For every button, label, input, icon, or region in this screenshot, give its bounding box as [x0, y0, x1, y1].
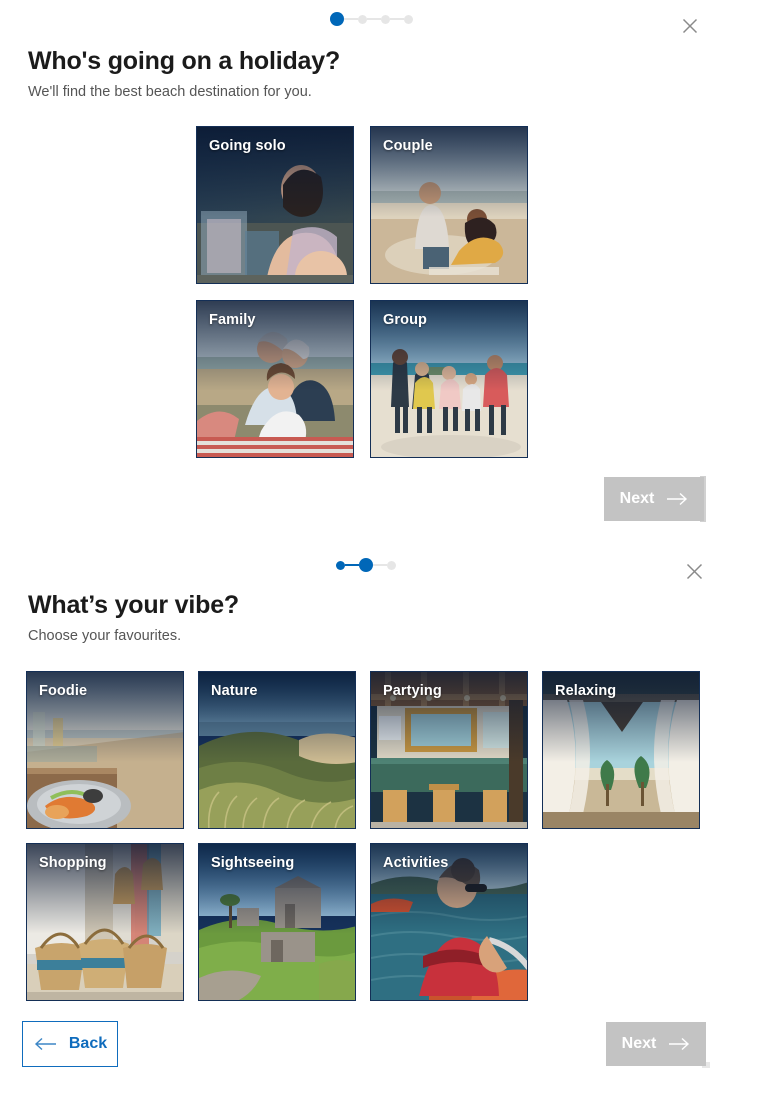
card-label-group: Group	[383, 312, 427, 328]
card-label-activities: Activities	[383, 855, 449, 871]
card-shopping[interactable]: Shopping	[26, 843, 184, 1001]
arrow-right-icon	[668, 1037, 690, 1051]
arrow-left-icon	[33, 1037, 57, 1051]
stepper-dot-1-done[interactable]	[336, 560, 345, 570]
card-label-partying: Partying	[383, 683, 442, 699]
card-label-relaxing: Relaxing	[555, 683, 617, 699]
card-foodie[interactable]: Foodie	[26, 671, 184, 829]
stepper-dot-2-active[interactable]	[359, 558, 373, 572]
card-activities[interactable]: Activities	[370, 843, 528, 1001]
stepper-dot-3-step2[interactable]	[387, 560, 396, 570]
progress-stepper-step2	[336, 558, 396, 572]
page-subtitle-step1: We'll find the best beach destination fo…	[28, 84, 312, 100]
close-icon	[684, 561, 705, 582]
stepper-connector-2-step2	[373, 564, 387, 566]
vibe-card-grid: Foodie Nature Partying Relaxing Shopping…	[26, 671, 700, 1001]
back-button-step2[interactable]: Back	[22, 1021, 118, 1067]
stepper-dot-4[interactable]	[404, 14, 413, 24]
close-icon	[680, 16, 700, 36]
card-partying[interactable]: Partying	[370, 671, 528, 829]
back-button-label: Back	[68, 1035, 108, 1052]
stepper-dot-1-active[interactable]	[330, 12, 344, 26]
card-label-going-solo: Going solo	[209, 138, 286, 154]
close-button-step1[interactable]	[677, 13, 703, 39]
card-label-nature: Nature	[211, 683, 258, 699]
card-sightseeing[interactable]: Sightseeing	[198, 843, 356, 1001]
progress-stepper-step1	[330, 12, 413, 26]
page-title-step1: Who's going on a holiday?	[28, 47, 341, 75]
page-subtitle-step2: Choose your favourites.	[28, 628, 182, 644]
next-button-label-step1: Next	[619, 490, 655, 507]
card-family[interactable]: Family	[196, 300, 354, 458]
close-button-step2[interactable]	[681, 558, 707, 584]
next-button-step1[interactable]: Next	[604, 477, 704, 521]
card-going-solo[interactable]: Going solo	[196, 126, 354, 284]
card-relaxing[interactable]: Relaxing	[542, 671, 700, 829]
card-label-family: Family	[209, 312, 256, 328]
stepper-dot-2[interactable]	[358, 14, 367, 24]
card-couple[interactable]: Couple	[370, 126, 528, 284]
arrow-right-icon	[666, 492, 688, 506]
card-group[interactable]: Group	[370, 300, 528, 458]
stepper-connector-2	[367, 18, 381, 20]
traveller-type-card-grid: Going solo Couple Family Group	[196, 126, 528, 458]
wizard-page: Who's going on a holiday? We'll find the…	[0, 0, 762, 1103]
card-label-foodie: Foodie	[39, 683, 88, 699]
card-label-couple: Couple	[383, 138, 433, 154]
card-label-shopping: Shopping	[39, 855, 107, 871]
stepper-connector-1-done	[345, 564, 359, 566]
stepper-dot-3[interactable]	[381, 14, 390, 24]
next-button-step2[interactable]: Next	[606, 1022, 706, 1066]
card-label-sightseeing: Sightseeing	[211, 855, 295, 871]
stepper-connector-3	[390, 18, 404, 20]
page-title-step2: What’s your vibe?	[28, 591, 239, 619]
card-nature[interactable]: Nature	[198, 671, 356, 829]
next-button-label-step2: Next	[621, 1035, 657, 1052]
stepper-connector-1	[344, 18, 358, 20]
